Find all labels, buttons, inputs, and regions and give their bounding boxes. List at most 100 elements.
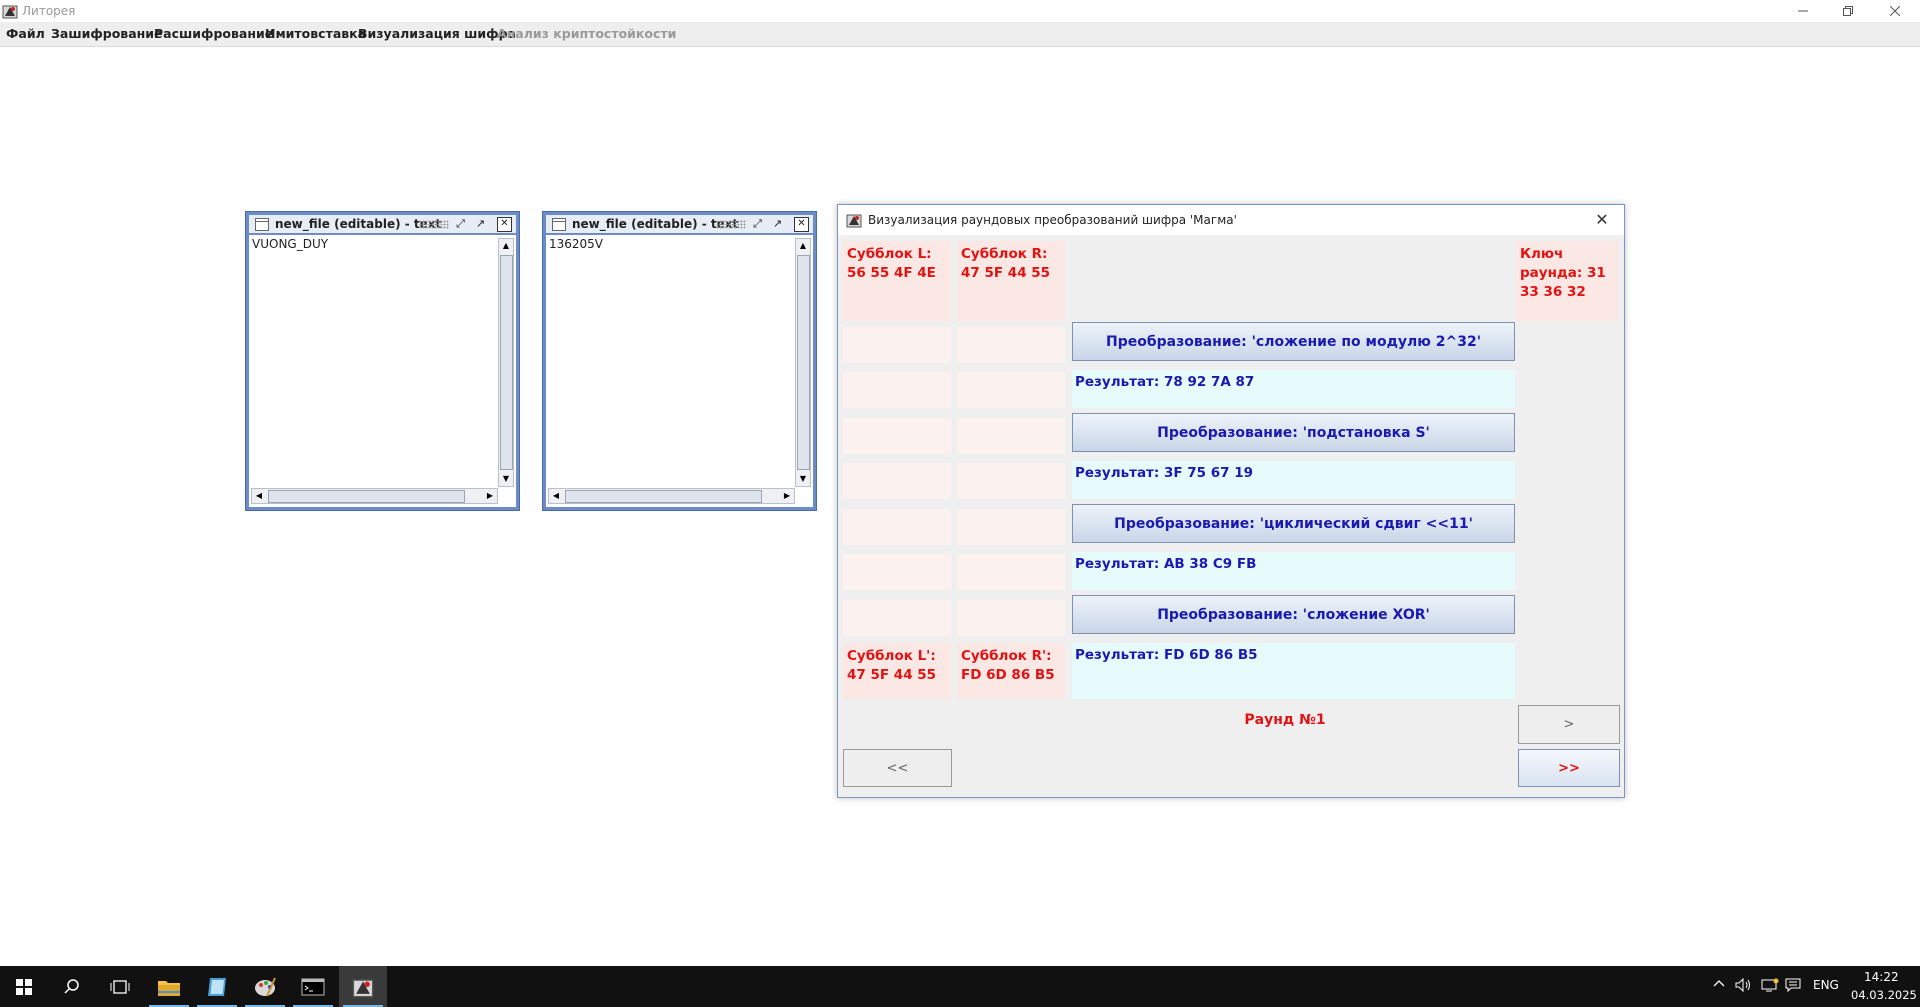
maximize-icon[interactable]: ↗ [771,217,784,230]
empty-cell [843,418,951,454]
scroll-down-icon[interactable]: ▼ [499,472,513,486]
menu-encrypt[interactable]: Зашифрование [51,26,163,41]
restore-icon [1843,6,1853,16]
search-button[interactable] [48,966,96,1007]
scroll-thumb[interactable] [565,490,762,503]
empty-cell [957,418,1065,454]
taskbar-console-app[interactable] [289,966,337,1007]
empty-cell [843,554,951,590]
task-view-button[interactable] [96,966,144,1007]
frame-titlebar[interactable]: new_file (editable) - text ⤢ ↗ ✕ [249,215,516,233]
taskbar-file-explorer[interactable] [145,966,193,1007]
menu-file[interactable]: Файл [6,26,45,41]
minimize-button[interactable] [1780,0,1826,22]
empty-cell [957,327,1065,363]
menu-decrypt[interactable]: Расшифрование [154,26,273,41]
dialog-close-button[interactable]: ✕ [1590,209,1614,231]
close-button[interactable] [1872,0,1918,22]
round-number-label: Раунд №1 [1244,712,1326,728]
network-icon[interactable] [1761,978,1779,995]
text-frame-2[interactable]: new_file (editable) - text ⤢ ↗ ✕ 136205V… [542,211,817,511]
horizontal-scrollbar[interactable]: ◀ ▶ [251,488,498,504]
text-area[interactable]: 136205V ▲ ▼ ◀ ▶ [546,235,813,507]
empty-cell [957,372,1065,408]
close-icon[interactable]: ✕ [497,217,512,232]
empty-cell [843,600,951,636]
subblock-l-label: Субблок L: 56 55 4F 4E [843,241,951,321]
clock-time[interactable]: 14:22 [1864,970,1899,984]
scroll-thumb[interactable] [500,255,513,470]
empty-cell [843,327,951,363]
menu-mac[interactable]: Имитовставка [265,26,366,41]
iconify-icon[interactable]: ⤢ [454,217,467,230]
subblock-r-label: Субблок R: 47 5F 44 55 [957,241,1065,321]
close-icon[interactable]: ✕ [794,217,809,232]
frame-title: new_file (editable) - text [275,217,442,231]
scroll-down-icon[interactable]: ▼ [796,472,810,486]
next-round-button[interactable]: >> [1518,749,1620,787]
app-logo-icon [2,5,18,19]
op-button-xor[interactable]: Преобразование: 'сложение XOR' [1072,595,1515,634]
scroll-thumb[interactable] [268,490,465,503]
app-logo-icon [352,978,374,997]
taskbar-notebook-app[interactable] [193,966,241,1007]
scroll-right-icon[interactable]: ▶ [780,489,794,503]
window-titlebar: Литорея [0,0,1920,22]
scroll-up-icon[interactable]: ▲ [796,239,810,253]
previous-round-button[interactable]: << [843,749,952,787]
dialog-titlebar[interactable]: Визуализация раундовых преобразований ши… [838,205,1624,235]
result-substitution: Результат: 3F 75 67 19 [1072,461,1515,499]
volume-icon[interactable] [1735,977,1753,995]
grip-pattern [419,220,449,229]
taskbar-paint-app[interactable] [241,966,289,1007]
restore-button[interactable] [1825,0,1871,22]
menu-bar: Файл Зашифрование Расшифрование Имитовст… [0,22,1920,47]
op-button-cyclic-shift[interactable]: Преобразование: 'циклический сдвиг <<11' [1072,504,1515,543]
frame-title: new_file (editable) - text [572,217,739,231]
windows-logo-icon [16,978,32,995]
text-content[interactable]: 136205V [549,237,603,251]
result-modular-add: Результат: 78 92 7A 87 [1072,370,1515,408]
result-cyclic-shift: Результат: AB 38 C9 FB [1072,552,1515,590]
taskbar-litoreya-app[interactable] [339,966,387,1007]
minimize-icon [1798,10,1808,12]
maximize-icon[interactable]: ↗ [474,217,487,230]
notifications-icon[interactable] [1785,978,1801,995]
grip-pattern [716,220,746,229]
subblock-l-out-label: Субблок L': 47 5F 44 55 [843,643,951,699]
clock-date[interactable]: 04.03.2025 [1851,988,1917,1002]
next-step-button[interactable]: > [1518,705,1620,744]
empty-cell [957,463,1065,499]
result-xor: Результат: FD 6D 86 B5 [1072,643,1515,699]
empty-cell [843,509,951,545]
dialog-title: Визуализация раундовых преобразований ши… [868,213,1237,227]
folder-icon [158,980,180,996]
scroll-right-icon[interactable]: ▶ [483,489,497,503]
menu-cipher-visualization[interactable]: Визуализация шифра [358,26,516,41]
task-view-icon [110,979,130,994]
round-key-label: Ключ раунда: 31 33 36 32 [1516,241,1618,321]
subblock-r-out-label: Субблок R': FD 6D 86 B5 [957,643,1065,699]
start-button[interactable] [0,966,48,1007]
frame-window-icon [552,218,566,231]
horizontal-scrollbar[interactable]: ◀ ▶ [548,488,795,504]
window-title: Литорея [22,4,76,18]
iconify-icon[interactable]: ⤢ [751,217,764,230]
input-language[interactable]: ENG [1813,978,1839,992]
text-area[interactable]: VUONG_DUY ▲ ▼ ◀ ▶ [249,235,516,507]
scroll-left-icon[interactable]: ◀ [549,489,563,503]
vertical-scrollbar[interactable]: ▲ ▼ [795,238,811,487]
op-button-substitution[interactable]: Преобразование: 'подстановка S' [1072,413,1515,452]
vertical-scrollbar[interactable]: ▲ ▼ [498,238,514,487]
frame-titlebar[interactable]: new_file (editable) - text ⤢ ↗ ✕ [546,215,813,233]
tray-overflow-chevron-icon[interactable] [1713,978,1725,993]
taskbar: ENG 14:22 04.03.2025 [0,966,1920,1007]
text-frame-1[interactable]: new_file (editable) - text ⤢ ↗ ✕ VUONG_D… [245,211,520,511]
text-content[interactable]: VUONG_DUY [252,237,328,251]
scroll-up-icon[interactable]: ▲ [499,239,513,253]
empty-cell [957,554,1065,590]
menu-crypto-analysis: Анализ криптостойкости [497,26,677,41]
op-button-modular-add[interactable]: Преобразование: 'сложение по модулю 2^32… [1072,322,1515,361]
scroll-thumb[interactable] [797,255,810,470]
scroll-left-icon[interactable]: ◀ [252,489,266,503]
